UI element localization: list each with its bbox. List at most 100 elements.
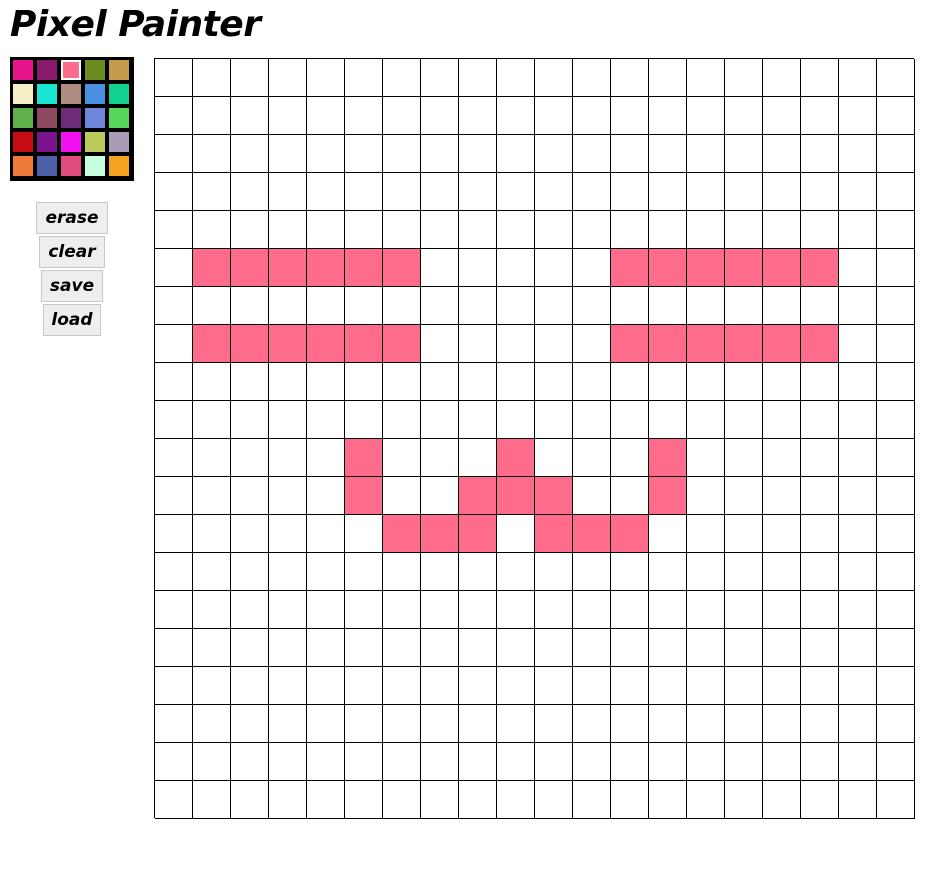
pixel-cell[interactable] [725,705,763,743]
pixel-cell[interactable] [231,401,269,439]
pixel-cell[interactable] [307,629,345,667]
pixel-cell[interactable] [497,439,535,477]
pixel-cell[interactable] [801,173,839,211]
pixel-cell[interactable] [231,477,269,515]
pixel-cell[interactable] [839,705,877,743]
pixel-cell[interactable] [611,363,649,401]
pixel-cell[interactable] [345,781,383,819]
pixel-cell[interactable] [269,629,307,667]
pixel-cell[interactable] [649,477,687,515]
pixel-cell[interactable] [193,287,231,325]
pixel-cell[interactable] [345,249,383,287]
pixel-cell[interactable] [193,781,231,819]
pixel-cell[interactable] [611,515,649,553]
pixel-cell[interactable] [725,591,763,629]
pixel-cell[interactable] [877,135,915,173]
pixel-cell[interactable] [307,211,345,249]
pixel-cell[interactable] [307,743,345,781]
pixel-cell[interactable] [573,705,611,743]
pixel-cell[interactable] [535,591,573,629]
pixel-cell[interactable] [573,667,611,705]
color-swatch[interactable] [109,132,129,152]
pixel-cell[interactable] [877,667,915,705]
color-swatch[interactable] [85,132,105,152]
pixel-cell[interactable] [649,249,687,287]
pixel-cell[interactable] [535,363,573,401]
pixel-cell[interactable] [763,325,801,363]
pixel-cell[interactable] [421,515,459,553]
pixel-cell[interactable] [725,97,763,135]
pixel-cell[interactable] [573,553,611,591]
pixel-cell[interactable] [801,211,839,249]
pixel-cell[interactable] [383,743,421,781]
pixel-cell[interactable] [421,781,459,819]
pixel-cell[interactable] [307,667,345,705]
pixel-cell[interactable] [573,97,611,135]
pixel-cell[interactable] [801,97,839,135]
pixel-cell[interactable] [383,287,421,325]
pixel-cell[interactable] [231,743,269,781]
pixel-cell[interactable] [725,325,763,363]
pixel-cell[interactable] [839,743,877,781]
pixel-cell[interactable] [535,173,573,211]
pixel-cell[interactable] [497,363,535,401]
pixel-cell[interactable] [535,287,573,325]
pixel-cell[interactable] [345,135,383,173]
pixel-cell[interactable] [497,629,535,667]
color-swatch[interactable] [13,132,33,152]
pixel-cell[interactable] [801,401,839,439]
pixel-cell[interactable] [649,363,687,401]
pixel-cell[interactable] [155,591,193,629]
pixel-cell[interactable] [269,211,307,249]
pixel-cell[interactable] [307,705,345,743]
pixel-cell[interactable] [307,477,345,515]
pixel-cell[interactable] [459,249,497,287]
pixel-cell[interactable] [383,553,421,591]
pixel-cell[interactable] [611,781,649,819]
pixel-cell[interactable] [231,667,269,705]
pixel-cell[interactable] [611,287,649,325]
pixel-cell[interactable] [497,97,535,135]
pixel-cell[interactable] [155,59,193,97]
pixel-cell[interactable] [307,591,345,629]
pixel-cell[interactable] [687,249,725,287]
pixel-cell[interactable] [459,59,497,97]
pixel-cell[interactable] [497,211,535,249]
pixel-cell[interactable] [345,705,383,743]
pixel-cell[interactable] [231,59,269,97]
pixel-cell[interactable] [801,135,839,173]
pixel-cell[interactable] [535,325,573,363]
pixel-cell[interactable] [421,249,459,287]
pixel-cell[interactable] [307,173,345,211]
pixel-cell[interactable] [687,439,725,477]
color-swatch[interactable] [61,108,81,128]
pixel-cell[interactable] [459,363,497,401]
pixel-cell[interactable] [269,287,307,325]
pixel-cell[interactable] [611,135,649,173]
pixel-cell[interactable] [535,97,573,135]
pixel-cell[interactable] [459,553,497,591]
pixel-cell[interactable] [307,135,345,173]
pixel-cell[interactable] [801,249,839,287]
pixel-cell[interactable] [573,477,611,515]
pixel-cell[interactable] [687,135,725,173]
pixel-cell[interactable] [421,667,459,705]
pixel-cell[interactable] [801,515,839,553]
pixel-cell[interactable] [497,173,535,211]
pixel-cell[interactable] [155,629,193,667]
pixel-cell[interactable] [573,59,611,97]
pixel-cell[interactable] [497,515,535,553]
pixel-cell[interactable] [763,363,801,401]
pixel-cell[interactable] [383,591,421,629]
pixel-cell[interactable] [839,591,877,629]
pixel-cell[interactable] [345,287,383,325]
pixel-cell[interactable] [269,515,307,553]
pixel-cell[interactable] [649,97,687,135]
pixel-cell[interactable] [383,173,421,211]
pixel-cell[interactable] [155,135,193,173]
pixel-cell[interactable] [307,553,345,591]
pixel-cell[interactable] [611,439,649,477]
pixel-cell[interactable] [345,211,383,249]
pixel-cell[interactable] [269,477,307,515]
pixel-cell[interactable] [155,287,193,325]
